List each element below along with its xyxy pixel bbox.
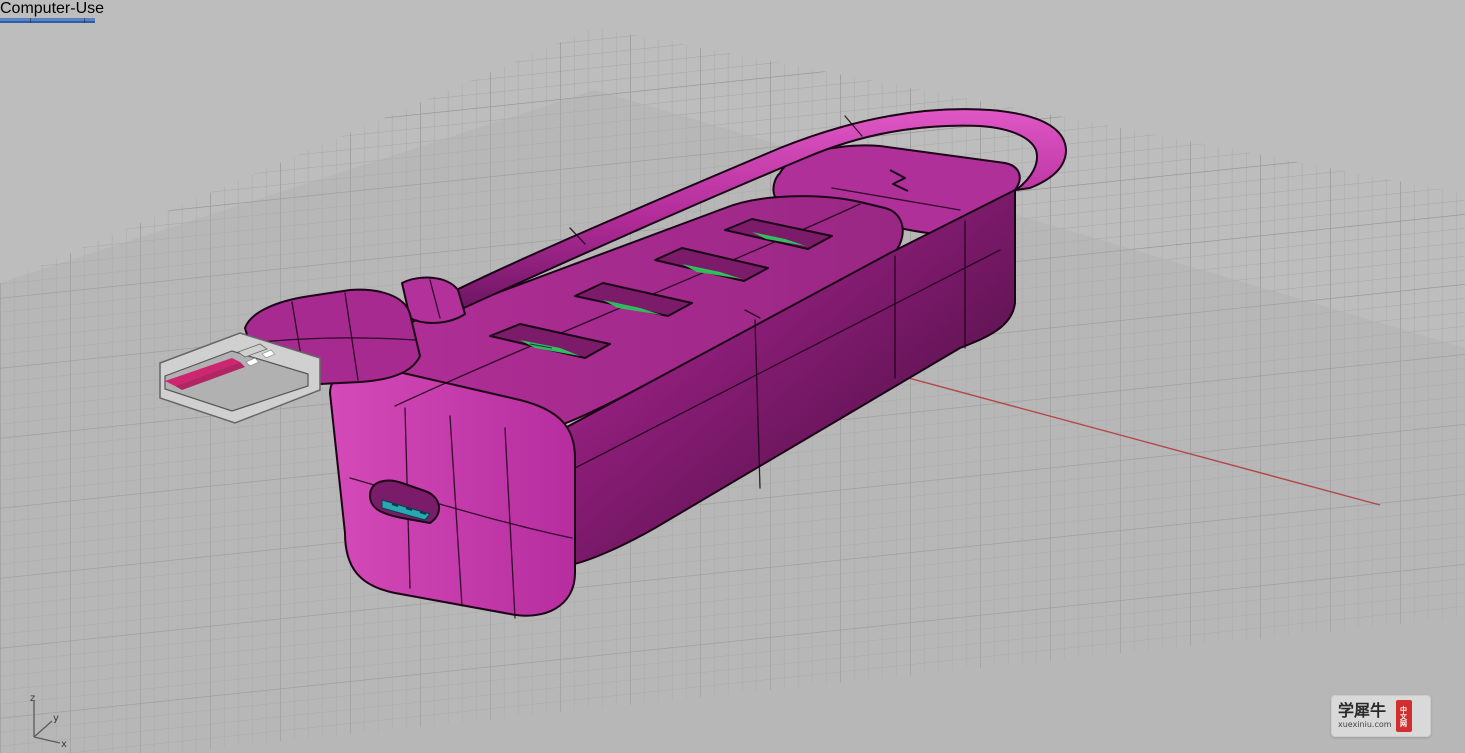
axis-gizmo-svg: z y x [30,693,67,750]
perspective-viewport[interactable]: z y x 学犀牛 xuexiniu.com 中文网 [0,18,1465,753]
watermark-badge-text: 中文网 [1399,705,1408,727]
watermark-title: 学犀牛 [1338,701,1387,720]
watermark-badge: 中文网 [1395,700,1412,732]
axis-gizmo: z y x [20,691,80,751]
axis-z-label: z [30,693,35,704]
viewport-3d-scene [0,27,1465,753]
axis-x-label: x [61,739,67,750]
watermark-subtitle: xuexiniu.com [1338,720,1392,729]
watermark-logo: 学犀牛 xuexiniu.com 中文网 [1331,695,1431,737]
axis-y-label: y [53,713,59,724]
